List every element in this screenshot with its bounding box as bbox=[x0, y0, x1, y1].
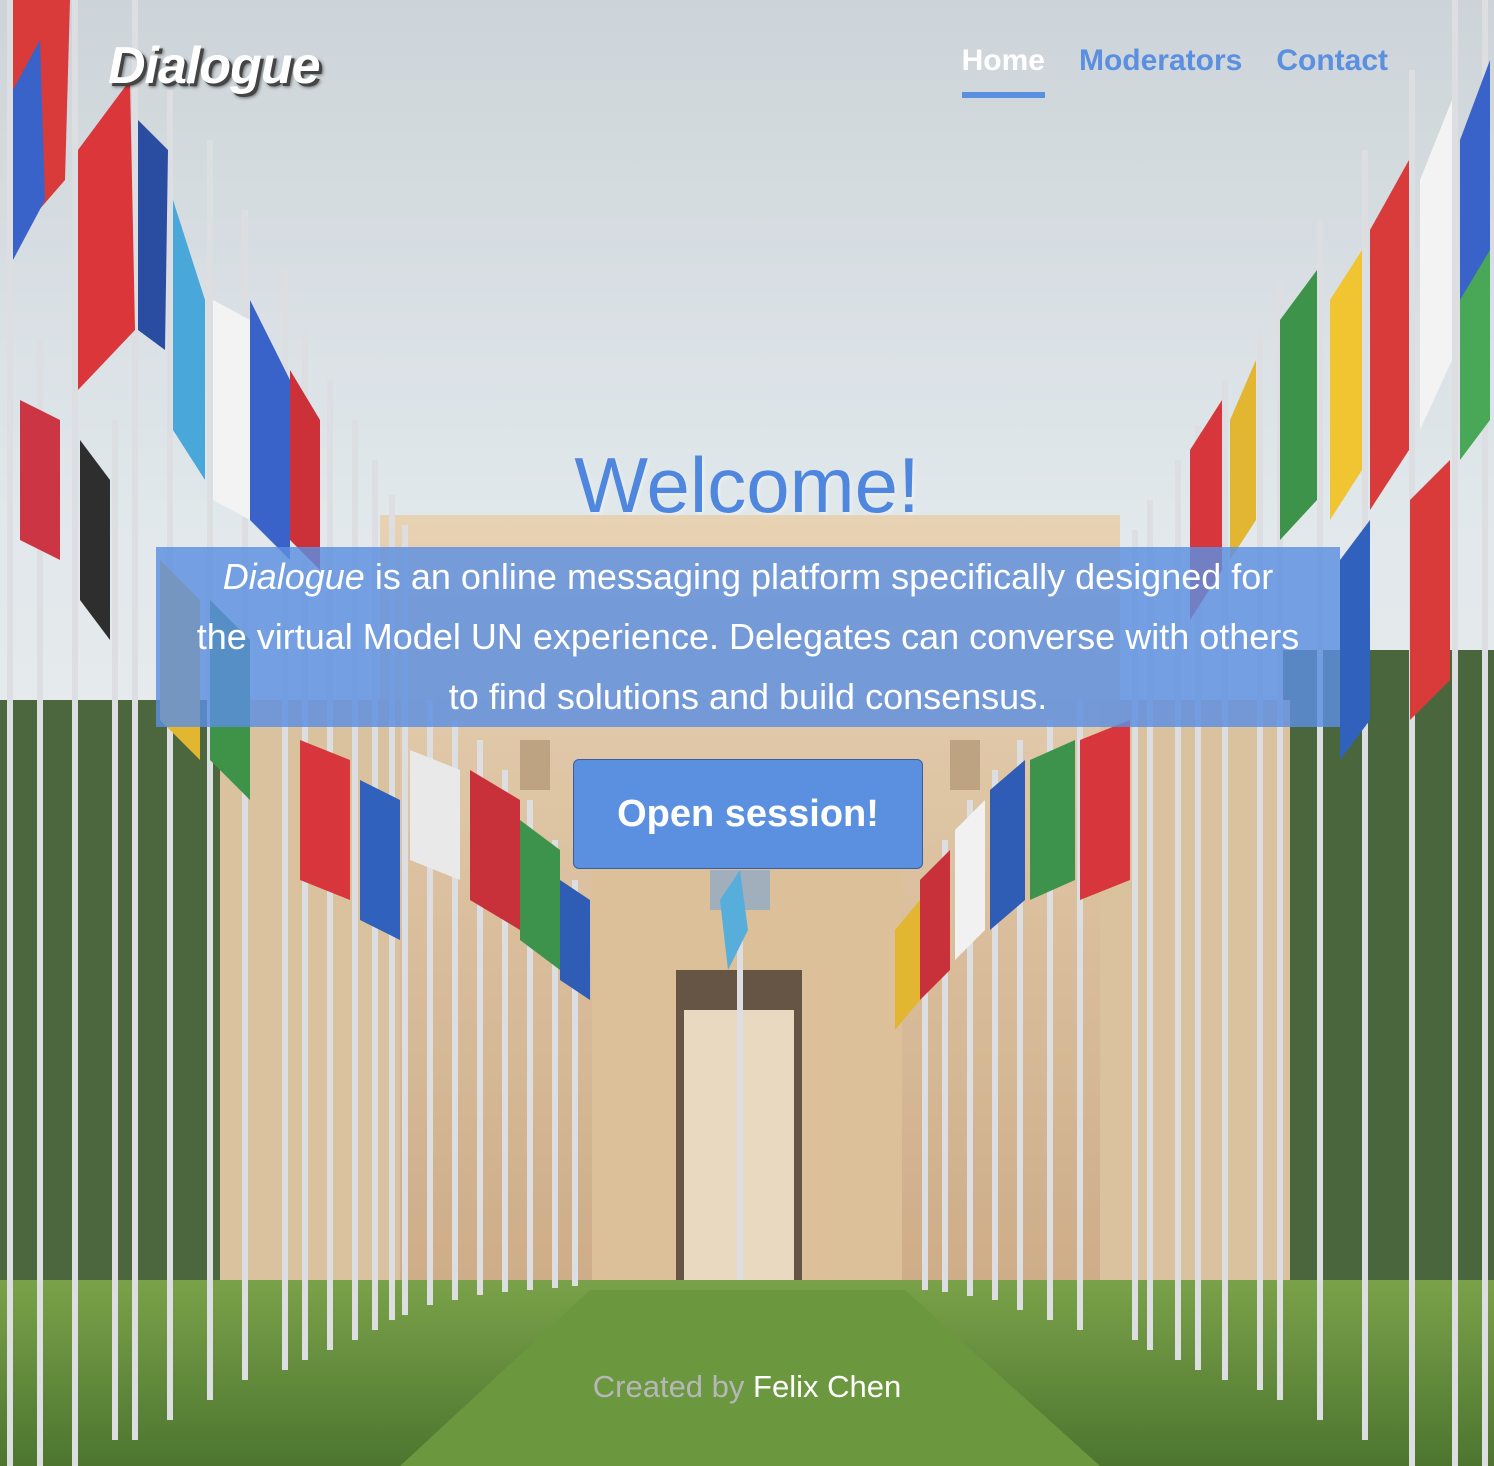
top-nav: Home Moderators Contact bbox=[961, 40, 1388, 98]
nav-link-home[interactable]: Home bbox=[961, 40, 1046, 98]
brand-logo[interactable]: Dialogue bbox=[108, 36, 321, 96]
open-session-button[interactable]: Open session! bbox=[573, 759, 923, 869]
nav-link-moderators[interactable]: Moderators bbox=[1079, 40, 1242, 98]
description-brand: Dialogue bbox=[222, 556, 365, 597]
footer-prefix: Created by bbox=[592, 1369, 754, 1404]
nav-link-contact[interactable]: Contact bbox=[1276, 40, 1388, 98]
hero-description: Dialogue is an online messaging platform… bbox=[156, 547, 1340, 727]
footer-credit: Created by Felix Chen bbox=[0, 1367, 1494, 1407]
background-dim-overlay bbox=[0, 0, 1494, 1466]
page-title: Welcome! bbox=[574, 441, 920, 529]
footer-author[interactable]: Felix Chen bbox=[753, 1369, 901, 1404]
